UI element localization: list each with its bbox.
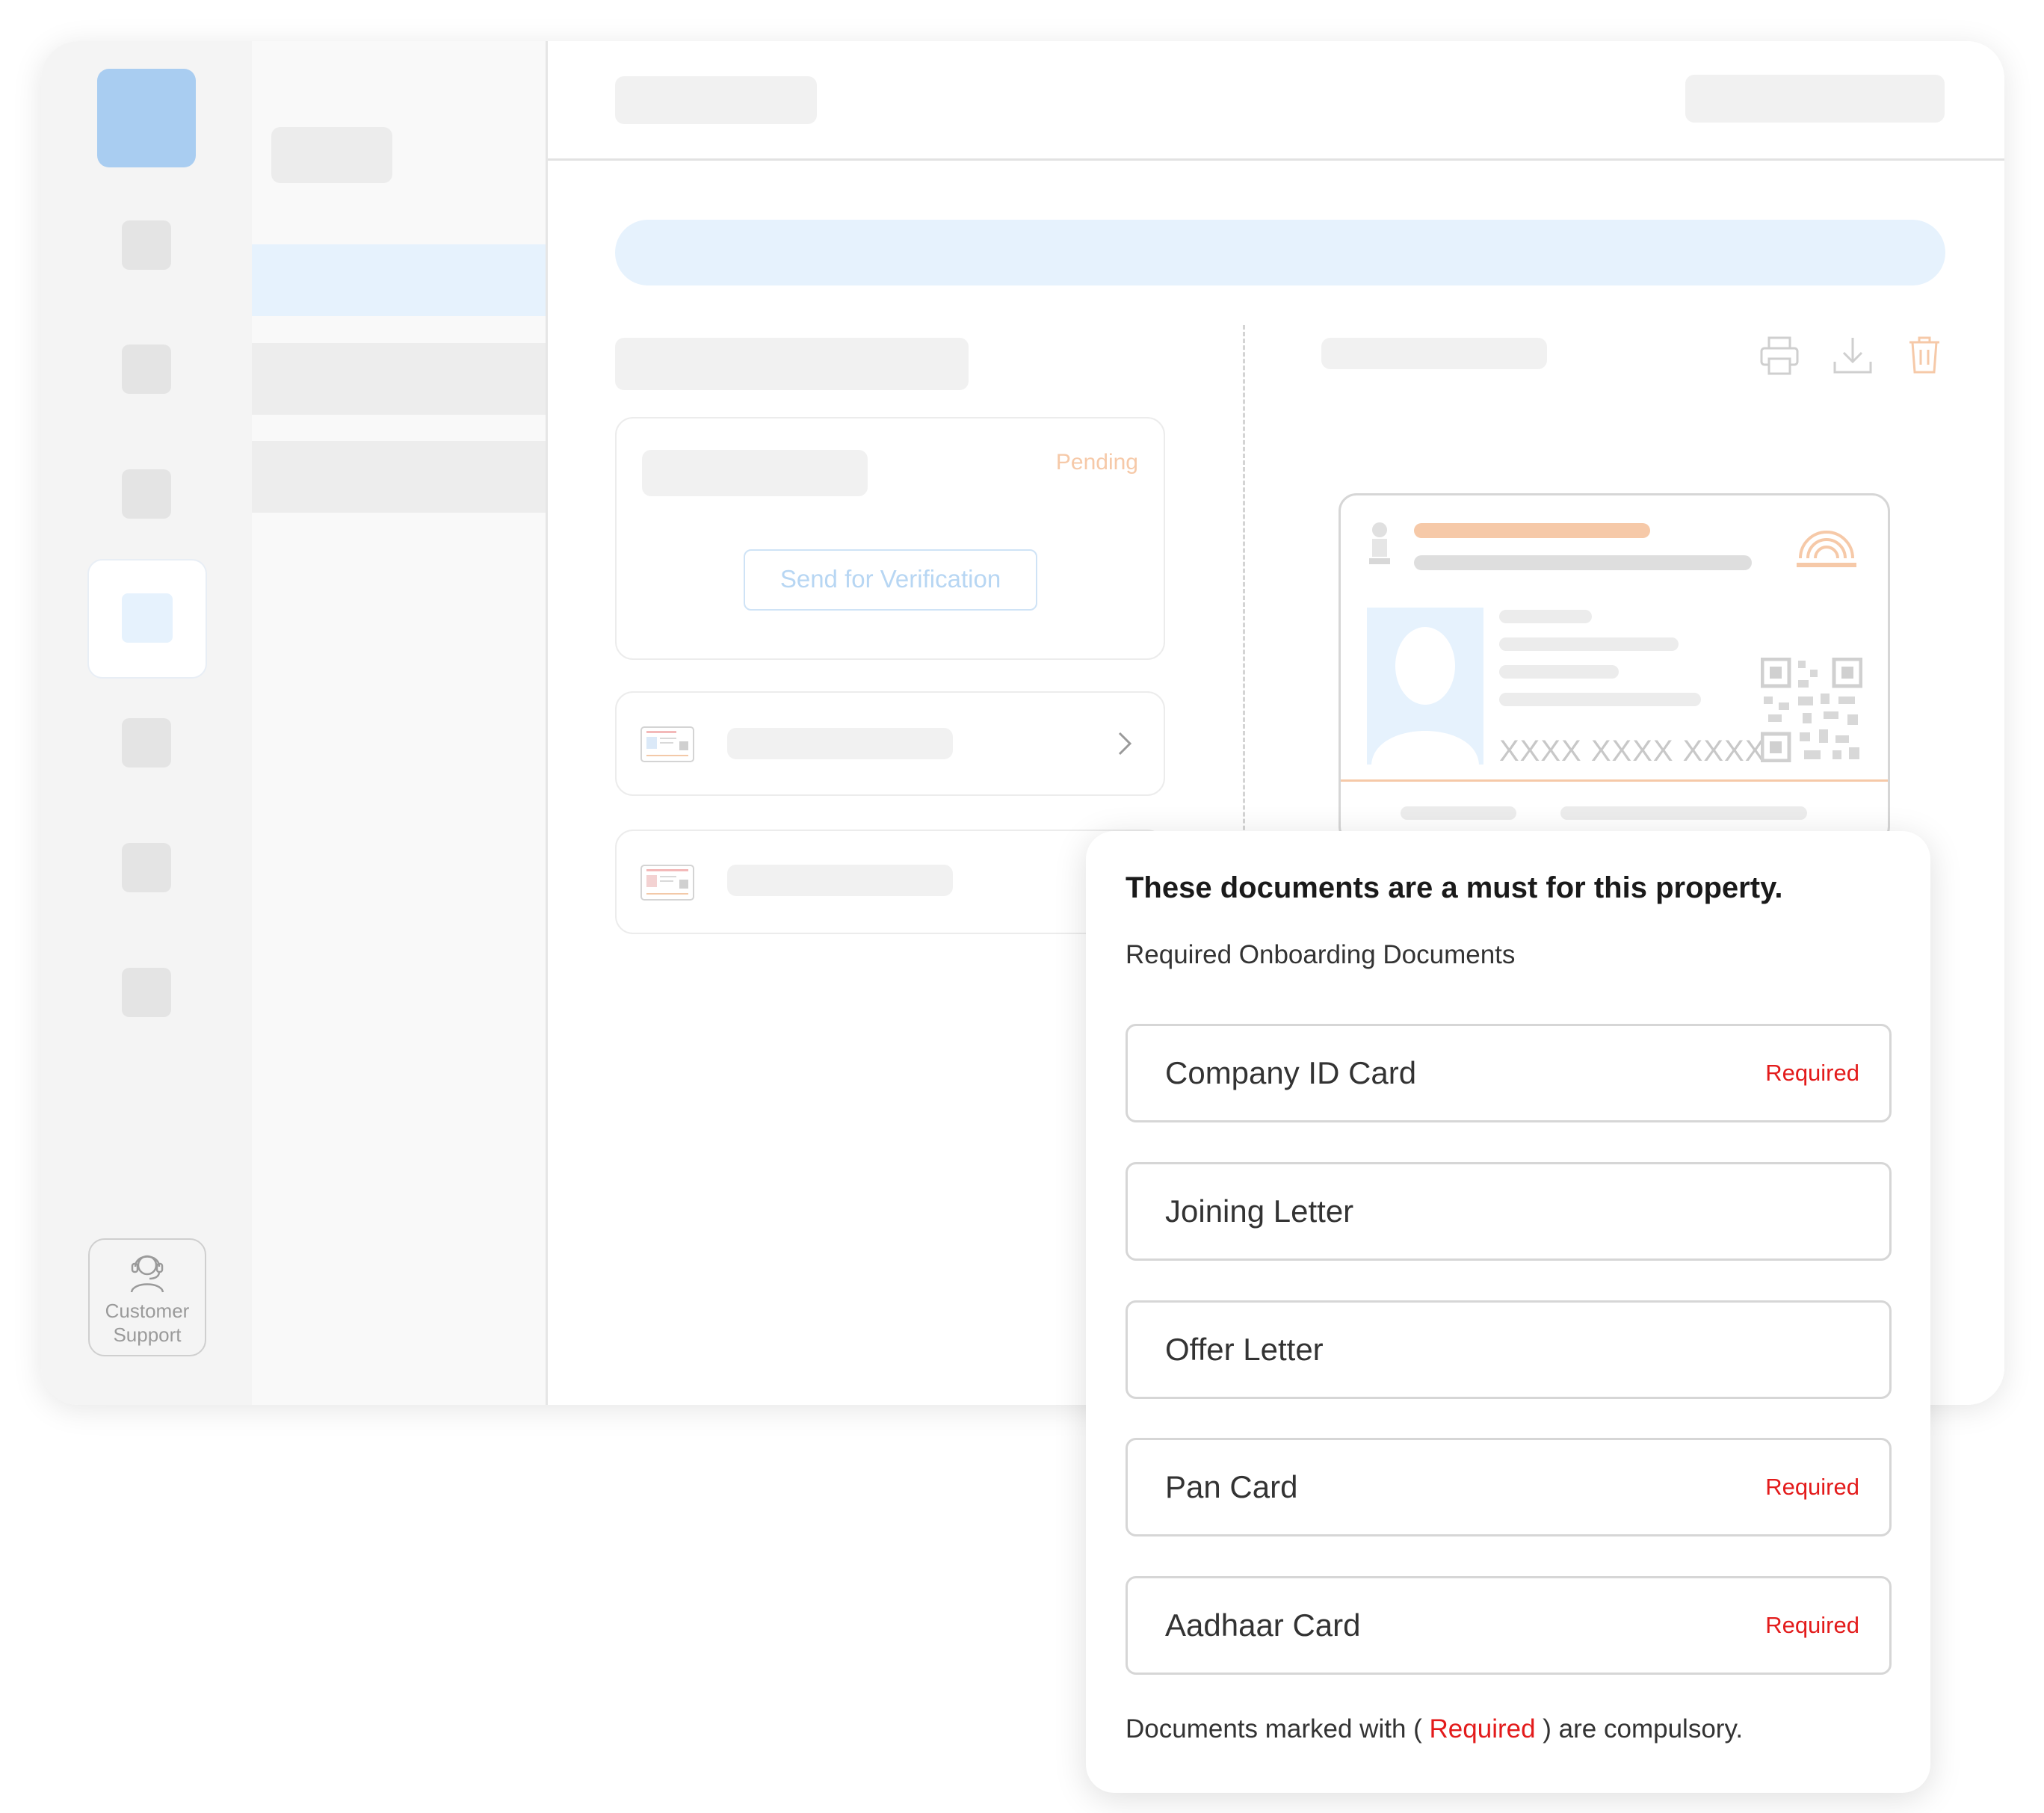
document-row-aadhaar-card[interactable]: Aadhaar Card Required [1126,1576,1892,1675]
card-line-3 [1499,665,1619,679]
document-label: Aadhaar Card [1165,1607,1361,1643]
card-line-2 [1499,637,1679,651]
card-footer-bar-2 [1560,806,1807,820]
section-title-placeholder [615,338,969,390]
support-label-1: Customer [105,1300,190,1322]
rail-item-5[interactable] [122,718,171,767]
card-line-1 [1499,610,1592,623]
photo-placeholder [1367,608,1483,765]
card-footer-bar-1 [1401,806,1516,820]
modal-title: These documents are a must for this prop… [1126,871,1783,904]
status-badge: Pending [1055,450,1138,475]
id-card-icon [640,865,694,901]
rail-item-active[interactable] [87,559,207,679]
footer-text-before: Documents marked with ( [1126,1714,1430,1743]
card-footer-line [1341,779,1888,782]
document-list-item-1[interactable] [615,691,1165,796]
printer-icon[interactable] [1759,335,1800,377]
rail-active-icon [122,593,173,643]
download-icon[interactable] [1832,335,1874,377]
card-line-4 [1499,693,1701,706]
required-badge: Required [1765,1612,1859,1638]
chevron-right-icon [1118,732,1132,756]
modal-subtitle: Required Onboarding Documents [1126,940,1516,969]
id-card-preview: XXXX XXXX XXXX [1339,493,1890,844]
column-divider [1243,325,1245,871]
rail-item-6[interactable] [122,843,171,892]
icon-rail: Customer Support [41,41,252,1405]
document-row-pan-card[interactable]: Pan Card Required [1126,1438,1892,1536]
required-badge: Required [1765,1474,1859,1500]
trash-icon[interactable] [1906,335,1942,377]
required-badge: Required [1765,1060,1859,1086]
document-label: Company ID Card [1165,1055,1417,1090]
support-label-2: Support [113,1324,182,1346]
footer-required-word: Required [1429,1714,1536,1743]
app-logo[interactable] [97,69,196,167]
subnav-item-active[interactable] [252,244,546,316]
document-title-placeholder [727,728,953,759]
rail-item-7[interactable] [122,968,171,1017]
preview-title-placeholder [1321,338,1547,369]
document-label: Pan Card [1165,1469,1298,1504]
user-silhouette-icon [1371,627,1479,765]
header-action-placeholder [1685,75,1945,123]
id-number-mask: XXXX XXXX XXXX [1499,735,1766,767]
subnav-item-3[interactable] [252,441,546,513]
rail-item-1[interactable] [122,220,171,270]
subnav-item-2[interactable] [252,343,546,415]
sub-navigation [252,41,548,1405]
page-title-placeholder [615,76,817,124]
document-name-placeholder [642,450,868,496]
rail-item-3[interactable] [122,469,171,519]
rail-item-2[interactable] [122,345,171,394]
info-banner [615,220,1945,285]
send-for-verification-button[interactable]: Send for Verification [744,549,1037,611]
customer-support-button[interactable]: Customer Support [88,1238,206,1356]
document-row-company-id-card[interactable]: Company ID Card Required [1126,1024,1892,1122]
header-divider [548,158,2004,161]
document-row-offer-letter[interactable]: Offer Letter [1126,1300,1892,1399]
footer-text-after: ) are compulsory. [1535,1714,1744,1743]
qr-code-icon [1761,658,1862,762]
card-header-grey-bar [1414,555,1752,570]
emblem-icon [1369,522,1390,564]
headset-icon [130,1255,164,1293]
required-documents-modal: These documents are a must for this prop… [1086,831,1930,1793]
document-row-joining-letter[interactable]: Joining Letter [1126,1162,1892,1261]
subnav-header-placeholder [271,127,392,183]
modal-footer-note: Documents marked with ( Required ) are c… [1126,1714,1743,1744]
card-header-orange-bar [1414,523,1650,538]
fingerprint-logo-icon [1797,531,1856,567]
document-label: Joining Letter [1165,1193,1354,1229]
document-list-item-2[interactable] [615,830,1165,934]
verification-card: Pending Send for Verification [615,417,1165,660]
document-title-placeholder [727,865,953,896]
id-card-icon [640,726,694,762]
document-label: Offer Letter [1165,1332,1324,1367]
